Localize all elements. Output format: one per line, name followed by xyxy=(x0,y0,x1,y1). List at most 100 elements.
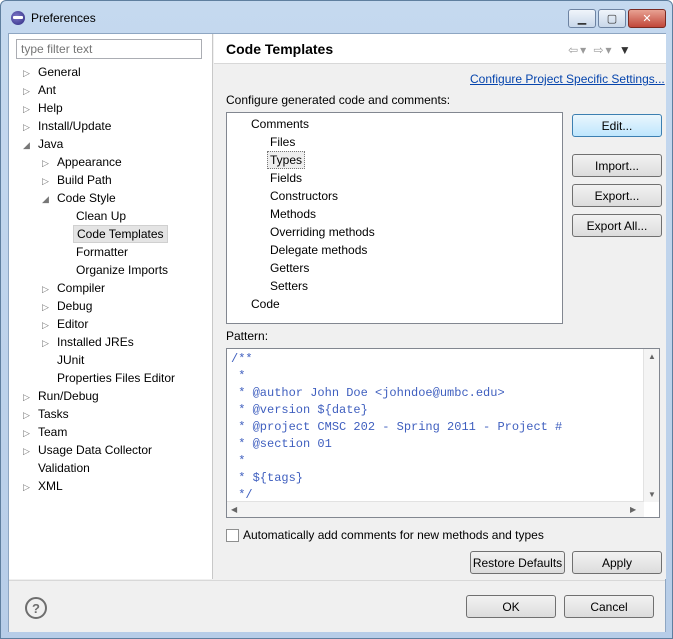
tree-item-label: Code Templates xyxy=(73,225,168,243)
template-item[interactable]: Setters xyxy=(270,277,308,295)
template-item[interactable]: Delegate methods xyxy=(270,241,367,259)
tree-item-label: Validation xyxy=(38,461,90,475)
tree-item[interactable]: ▷ Install/Update xyxy=(23,117,114,135)
scroll-down-icon[interactable]: ▼ xyxy=(648,490,656,499)
expand-arrow-icon[interactable]: ▷ xyxy=(23,478,35,496)
tree-item[interactable]: ▷ Appearance xyxy=(42,153,125,171)
tree-item[interactable]: ▷ Debug xyxy=(42,297,95,315)
auto-comment-checkbox[interactable] xyxy=(226,528,239,542)
tree-item[interactable]: Organize Imports xyxy=(61,261,171,279)
expand-arrow-icon[interactable]: ▷ xyxy=(42,154,54,172)
tree-item[interactable]: Validation xyxy=(23,459,93,477)
filter-input[interactable] xyxy=(16,39,202,59)
dialog-client: ▷General▷Ant▷Help▷Install/Update◢Java▷Ap… xyxy=(8,33,666,632)
tree-item[interactable]: ▷ Tasks xyxy=(23,405,72,423)
back-arrow-icon[interactable]: ⇦ xyxy=(568,43,580,57)
tree-item[interactable]: ▷ Ant xyxy=(23,81,59,99)
expand-arrow-icon[interactable]: ▷ xyxy=(23,424,35,442)
expand-arrow-icon[interactable]: ▷ xyxy=(23,64,35,82)
tree-item[interactable]: ▷ Usage Data Collector xyxy=(23,441,155,459)
templates-tree[interactable]: Comments Files Types Fields Constructors Meth… xyxy=(226,112,563,324)
edit-button[interactable]: Edit... xyxy=(572,114,662,137)
tree-item-label: Clean Up xyxy=(76,209,127,223)
template-item[interactable]: Files xyxy=(270,133,295,151)
tree-item[interactable]: ▷ Help xyxy=(23,99,66,117)
collapse-arrow-icon[interactable]: ◢ xyxy=(42,190,54,208)
template-item[interactable]: Overriding methods xyxy=(270,223,375,241)
tree-item[interactable]: ▷ Team xyxy=(23,423,70,441)
pattern-line: /** xyxy=(231,352,253,366)
dialog-button-bar: ? OK Cancel xyxy=(9,580,665,632)
collapse-arrow-icon[interactable]: ◢ xyxy=(23,136,35,154)
tree-item-label: Java xyxy=(38,137,64,151)
expand-arrow-icon[interactable]: ▷ xyxy=(23,406,35,424)
tree-item[interactable]: ▷ Compiler xyxy=(42,279,108,297)
expand-arrow-icon[interactable]: ▷ xyxy=(23,118,35,136)
tree-item[interactable]: ▷ Build Path xyxy=(42,171,115,189)
templates-caption: Configure generated code and comments: xyxy=(226,93,451,107)
expand-arrow-icon[interactable]: ▷ xyxy=(23,100,35,118)
tree-item[interactable]: ▷ Installed JREs xyxy=(42,333,137,351)
tree-item-label: General xyxy=(38,65,81,79)
template-item[interactable]: Comments xyxy=(251,115,309,133)
apply-button[interactable]: Apply xyxy=(572,551,662,574)
tree-item[interactable]: ▷ Editor xyxy=(42,315,91,333)
expand-arrow-icon[interactable]: ▷ xyxy=(42,298,54,316)
auto-comment-option[interactable]: Automatically add comments for new metho… xyxy=(226,528,544,542)
vertical-scrollbar[interactable]: ▲ ▼ xyxy=(643,349,659,502)
expand-arrow-icon[interactable]: ▷ xyxy=(23,82,35,100)
tree-item-label: Appearance xyxy=(57,155,122,169)
tree-item[interactable]: ▷ Run/Debug xyxy=(23,387,102,405)
template-item[interactable]: Fields xyxy=(270,169,302,187)
help-icon[interactable]: ? xyxy=(25,597,47,619)
template-item[interactable]: Constructors xyxy=(270,187,338,205)
template-item[interactable]: Types xyxy=(267,151,306,169)
pattern-line: * @version ${date} xyxy=(231,403,368,417)
scroll-right-icon[interactable]: ▶ xyxy=(630,505,636,514)
back-menu-icon[interactable]: ▾ xyxy=(580,43,588,57)
pattern-line: * @author John Doe <johndoe@umbc.edu> xyxy=(231,386,505,400)
tree-item[interactable]: Properties Files Editor xyxy=(42,369,178,387)
template-item[interactable]: Methods xyxy=(270,205,316,223)
expand-arrow-icon[interactable]: ▷ xyxy=(42,280,54,298)
tree-item[interactable]: Formatter xyxy=(61,243,131,261)
tree-item[interactable]: JUnit xyxy=(42,351,87,369)
tree-item-label: Compiler xyxy=(57,281,106,295)
minimize-button[interactable]: ▁ xyxy=(568,9,596,28)
import-button[interactable]: Import... xyxy=(572,154,662,177)
tree-item[interactable]: ◢ Code Style xyxy=(42,189,119,207)
expand-arrow-icon[interactable]: ▷ xyxy=(42,334,54,352)
cancel-button[interactable]: Cancel xyxy=(564,595,654,618)
export-button[interactable]: Export... xyxy=(572,184,662,207)
tree-item[interactable]: Clean Up xyxy=(61,207,129,225)
tree-item[interactable]: Code Templates xyxy=(61,225,168,243)
template-item[interactable]: Code xyxy=(251,295,280,313)
forward-arrow-icon[interactable]: ⇨ xyxy=(593,43,605,57)
eclipse-icon xyxy=(11,11,25,25)
minimize-icon: ▁ xyxy=(577,13,587,25)
expand-arrow-icon[interactable]: ▷ xyxy=(23,442,35,460)
forward-menu-icon[interactable]: ▾ xyxy=(606,43,614,57)
export-all-button[interactable]: Export All... xyxy=(572,214,662,237)
view-menu-icon[interactable]: ▼ xyxy=(619,43,633,57)
template-item[interactable]: Getters xyxy=(270,259,309,277)
tree-item-label: Team xyxy=(38,425,68,439)
expand-arrow-icon[interactable]: ▷ xyxy=(23,388,35,406)
tree-item-label: Install/Update xyxy=(38,119,112,133)
configure-project-settings-link[interactable]: Configure Project Specific Settings... xyxy=(470,72,665,86)
restore-defaults-button[interactable]: Restore Defaults xyxy=(470,551,565,574)
code-templates-page: Code Templates ⇦▾ ⇨▾ ▼ Configure Project… xyxy=(214,34,666,579)
navigation-buttons: ⇦▾ ⇨▾ ▼ xyxy=(568,43,633,57)
tree-item[interactable]: ▷ XML xyxy=(23,477,66,495)
expand-arrow-icon[interactable]: ▷ xyxy=(42,316,54,334)
pattern-editor[interactable]: /** * * @author John Doe <johndoe@umbc.e… xyxy=(226,348,660,518)
expand-arrow-icon[interactable]: ▷ xyxy=(42,172,54,190)
close-button[interactable]: ✕ xyxy=(628,9,666,28)
scroll-up-icon[interactable]: ▲ xyxy=(648,352,656,361)
horizontal-scrollbar[interactable]: ◀ ▶ xyxy=(227,501,644,517)
ok-button[interactable]: OK xyxy=(466,595,556,618)
scroll-left-icon[interactable]: ◀ xyxy=(231,505,237,514)
tree-item[interactable]: ◢ Java xyxy=(23,135,66,153)
maximize-button[interactable]: ▢ xyxy=(598,9,626,28)
tree-item[interactable]: ▷ General xyxy=(23,63,84,81)
